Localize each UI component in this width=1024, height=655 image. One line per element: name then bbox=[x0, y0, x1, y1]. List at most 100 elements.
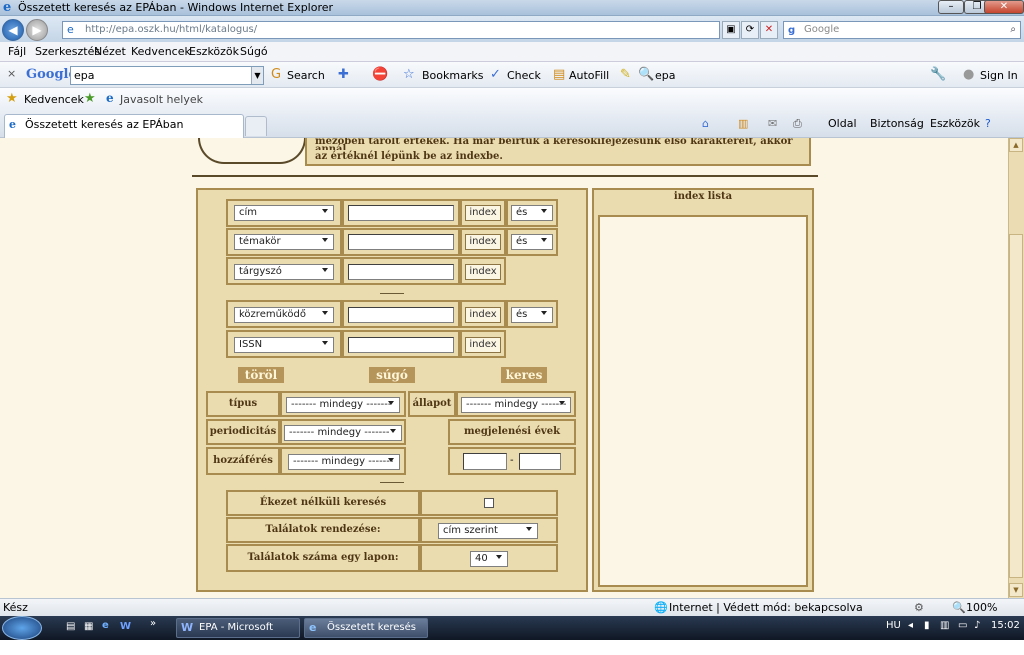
dropdown-arrow-icon[interactable]: ▼ bbox=[251, 67, 263, 84]
add-favorite-icon[interactable]: ★ bbox=[84, 91, 96, 106]
show-desktop-icon[interactable]: ▤ bbox=[66, 621, 75, 632]
suggested-sites-icon: e bbox=[106, 91, 114, 105]
language-indicator[interactable]: HU bbox=[886, 620, 901, 631]
mail-icon[interactable]: ✉ bbox=[768, 117, 777, 130]
term-input-5[interactable] bbox=[348, 337, 454, 353]
menu-edit[interactable]: Szerkesztés bbox=[35, 45, 100, 58]
add-icon[interactable]: ✚ bbox=[338, 67, 349, 82]
favorites-button[interactable]: Kedvencek bbox=[24, 93, 84, 106]
scroll-thumb[interactable] bbox=[1009, 234, 1023, 578]
help-button[interactable]: súgó bbox=[369, 367, 415, 383]
network-icon[interactable]: ▥ bbox=[940, 620, 949, 631]
check-button[interactable]: Check bbox=[507, 69, 541, 82]
start-button[interactable] bbox=[2, 616, 42, 640]
help-icon[interactable]: ? bbox=[985, 117, 991, 130]
field-select-4[interactable]: közreműködő bbox=[234, 307, 334, 323]
access-select[interactable]: ------- mindegy ------- bbox=[288, 454, 400, 470]
word-quicklaunch-icon[interactable]: W bbox=[120, 621, 131, 632]
refresh-icon[interactable]: ⟳ bbox=[741, 21, 759, 39]
chevron-down-icon bbox=[322, 238, 328, 242]
compat-view-icon[interactable]: ▣ bbox=[722, 21, 740, 39]
security-menu[interactable]: Biztonság bbox=[870, 117, 924, 130]
op-select-2[interactable]: és bbox=[511, 234, 553, 250]
index-button-3[interactable]: index bbox=[465, 264, 501, 280]
more-icon[interactable]: » bbox=[150, 618, 156, 629]
tab-current[interactable]: e Összetett keresés az EPÁban bbox=[4, 114, 244, 138]
zone-text[interactable]: Internet | Védett mód: bekapcsolva bbox=[669, 601, 863, 614]
index-list-box[interactable] bbox=[598, 215, 808, 587]
sign-in-button[interactable]: Sign In bbox=[980, 69, 1018, 82]
index-button-4[interactable]: index bbox=[465, 307, 501, 323]
wrench-icon[interactable]: 🔧 bbox=[930, 67, 946, 82]
op-select-1[interactable]: és bbox=[511, 205, 553, 221]
stop-icon[interactable]: ✕ bbox=[760, 21, 778, 39]
field-select-5[interactable]: ISSN bbox=[234, 337, 334, 353]
google-search-input[interactable]: epa ▼ bbox=[70, 66, 264, 85]
index-button-2[interactable]: index bbox=[465, 234, 501, 250]
google-search-button[interactable]: Search bbox=[287, 69, 325, 82]
volume-icon[interactable]: ♪ bbox=[974, 620, 980, 631]
ie-quicklaunch-icon[interactable]: e bbox=[102, 620, 109, 631]
tray-device-icon[interactable]: ▮ bbox=[924, 620, 930, 631]
field-select-2[interactable]: témakör bbox=[234, 234, 334, 250]
index-button-1[interactable]: index bbox=[465, 205, 501, 221]
period-select[interactable]: ------- mindegy ------- bbox=[284, 425, 402, 441]
clear-button[interactable]: töröl bbox=[238, 367, 284, 383]
taskbar-ie[interactable]: e Összetett keresés az ... bbox=[304, 618, 428, 651]
bookmarks-button[interactable]: Bookmarks bbox=[422, 69, 483, 82]
highlight-icon[interactable]: ✎ bbox=[620, 67, 631, 82]
epa-term-button[interactable]: epa bbox=[655, 69, 676, 82]
taskbar-word[interactable]: W EPA - Microsoft Word bbox=[176, 618, 300, 651]
clock[interactable]: 15:02 bbox=[991, 620, 1020, 631]
field-select-1[interactable]: cím bbox=[234, 205, 334, 221]
menu-favorites[interactable]: Kedvencek bbox=[131, 45, 191, 58]
search-box[interactable]: g Google ⌕ bbox=[783, 21, 1021, 39]
type-select[interactable]: ------- mindegy ------- bbox=[286, 397, 400, 413]
term-input-4[interactable] bbox=[348, 307, 454, 323]
per-page-select[interactable]: 40 bbox=[470, 551, 508, 567]
scroll-down-icon[interactable]: ▼ bbox=[1009, 583, 1023, 597]
close-window-button[interactable]: ✕ bbox=[984, 0, 1024, 14]
op-select-4[interactable]: és bbox=[511, 307, 553, 323]
sort-select[interactable]: cím szerint bbox=[438, 523, 538, 539]
page-menu[interactable]: Oldal bbox=[828, 117, 857, 130]
suggested-sites-link[interactable]: Javasolt helyek bbox=[120, 93, 203, 106]
state-select[interactable]: ------- mindegy ------- bbox=[461, 397, 571, 413]
menu-help[interactable]: Súgó bbox=[240, 45, 268, 58]
minimize-button[interactable]: – bbox=[938, 0, 964, 14]
menu-view[interactable]: Nézet bbox=[94, 45, 126, 58]
search-button[interactable]: keres bbox=[501, 367, 547, 383]
accent-checkbox[interactable] bbox=[484, 498, 494, 508]
accent-label: Ékezet nélküli keresés bbox=[259, 497, 387, 508]
term-input-2[interactable] bbox=[348, 234, 454, 250]
tools-menu[interactable]: Eszközök bbox=[930, 117, 980, 130]
scroll-up-icon[interactable]: ▲ bbox=[1009, 138, 1023, 152]
home-icon[interactable]: ⌂ bbox=[702, 117, 709, 130]
year-to-input[interactable] bbox=[519, 453, 561, 470]
menu-tools[interactable]: Eszközök bbox=[189, 45, 239, 58]
search-icon[interactable]: ⌕ bbox=[1010, 22, 1016, 38]
print-icon[interactable]: ⎙ bbox=[793, 117, 802, 131]
favorites-star-icon: ★ bbox=[6, 91, 18, 106]
autofill-button[interactable]: AutoFill bbox=[569, 69, 609, 82]
battery-icon[interactable]: ▭ bbox=[958, 620, 967, 631]
quicklaunch-icon[interactable]: ▦ bbox=[84, 621, 93, 632]
close-toolbar-icon[interactable]: × bbox=[7, 67, 16, 80]
new-tab-button[interactable] bbox=[245, 116, 267, 136]
back-button[interactable]: ◀ bbox=[2, 19, 24, 41]
security-status-icon[interactable]: ⚙ bbox=[914, 601, 924, 614]
popup-blocker-icon[interactable]: ⛔ bbox=[372, 67, 388, 82]
address-url: http://epa.oszk.hu/html/katalogus/ bbox=[85, 24, 258, 35]
tray-arrow-icon[interactable]: ◂ bbox=[908, 620, 913, 631]
zoom-level[interactable]: 100% bbox=[966, 601, 997, 614]
address-input[interactable]: e http://epa.oszk.hu/html/katalogus/ bbox=[62, 21, 720, 39]
feeds-icon[interactable]: ▥ bbox=[738, 117, 748, 130]
taskbar-word-label: EPA - Microsoft Word bbox=[199, 622, 274, 651]
term-input-3[interactable] bbox=[348, 264, 454, 280]
forward-button[interactable]: ▶ bbox=[26, 19, 48, 41]
field-select-3[interactable]: tárgyszó bbox=[234, 264, 334, 280]
index-button-5[interactable]: index bbox=[465, 337, 501, 353]
term-input-1[interactable] bbox=[348, 205, 454, 221]
year-from-input[interactable] bbox=[463, 453, 507, 470]
menu-file[interactable]: Fájl bbox=[8, 45, 26, 58]
